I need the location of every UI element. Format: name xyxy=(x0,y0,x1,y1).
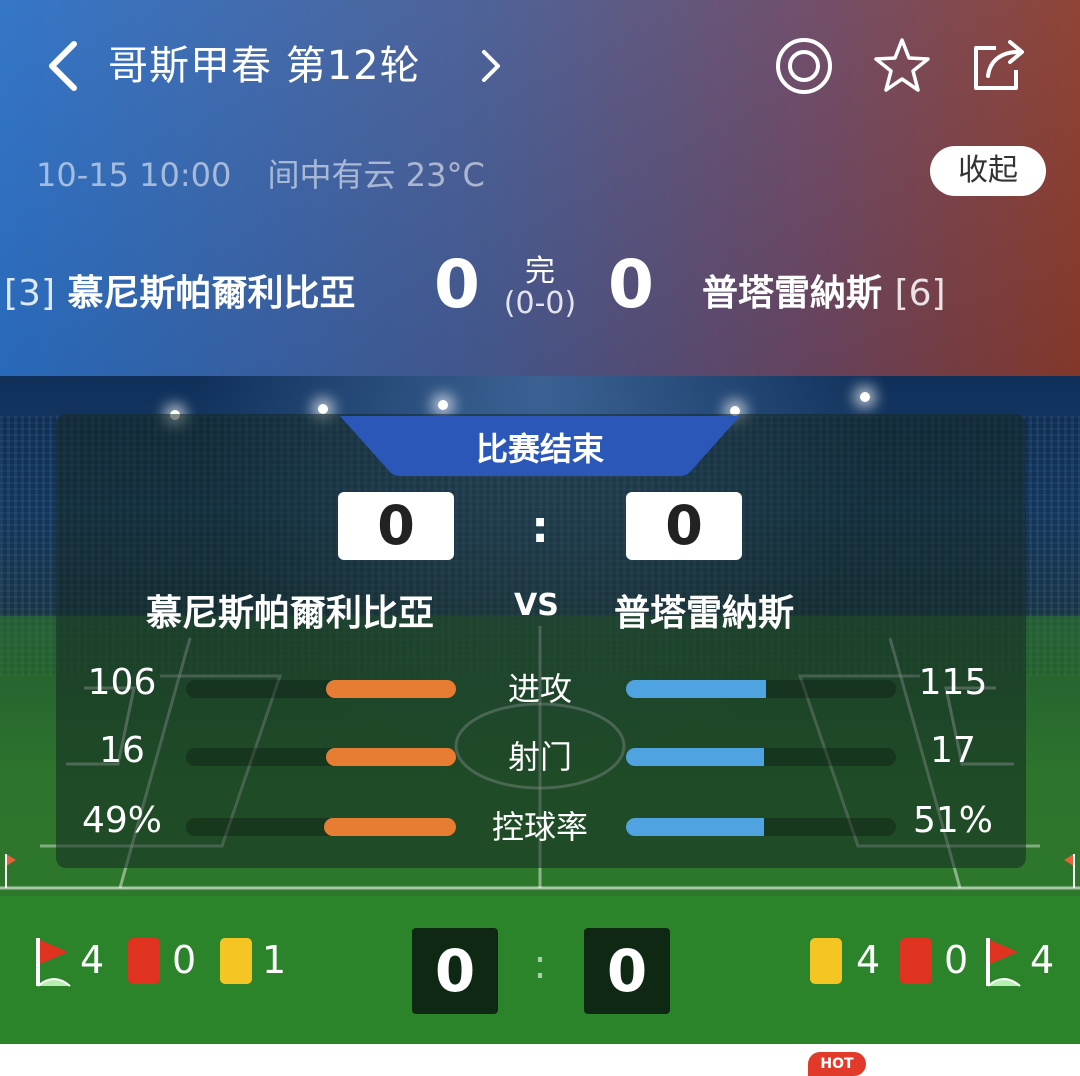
top-bar: 哥斯甲春 第12轮 xyxy=(0,0,1080,130)
red-card-icon xyxy=(128,938,160,984)
score-row: [3] 慕尼斯帕爾利比亞 0 完 (0-0) 0 普塔雷納斯 [6] xyxy=(0,240,1080,340)
away-team[interactable]: 普塔雷納斯 [6] xyxy=(702,264,946,316)
stat-home-track xyxy=(186,818,456,836)
stat-row: 49% 控球率 51% xyxy=(0,800,1080,846)
summary-away-score: 0 xyxy=(584,928,670,1014)
home-red-cards: 0 xyxy=(172,938,197,982)
panel-away-score: 0 xyxy=(626,492,742,560)
stat-row: 16 射门 17 xyxy=(0,730,1080,776)
match-ended-label: 比赛结束 xyxy=(475,430,604,468)
match-weather: 间中有云 23°C xyxy=(267,156,485,194)
panel-score-colon: : xyxy=(531,502,549,553)
corner-flag-icon xyxy=(986,938,1021,987)
stat-home-bar xyxy=(324,818,456,836)
target-icon[interactable] xyxy=(772,34,836,98)
stat-away-value: 115 xyxy=(918,662,988,703)
back-icon[interactable] xyxy=(40,36,88,96)
match-meta: 10-15 10:00 间中有云 23°C xyxy=(36,150,511,196)
panel-away-name: 普塔雷納斯 xyxy=(614,593,795,634)
away-red-cards: 0 xyxy=(944,938,969,982)
red-card-icon xyxy=(900,938,932,984)
corner-flag-icon xyxy=(36,938,71,987)
hot-badge: HOT xyxy=(808,1052,866,1076)
stat-away-bar xyxy=(626,818,764,836)
stat-label: 进攻 xyxy=(507,670,572,708)
stat-home-value: 16 xyxy=(99,730,145,771)
stadium-graphic: 比赛结束 0 : 0 慕尼斯帕爾利比亞 VS 普塔雷納斯 106 进攻 115 16 射… xyxy=(0,376,1080,1044)
summary-row: 4 0 1 0 : 0 4 0 4 xyxy=(0,928,1080,1014)
stat-home-value: 106 xyxy=(87,662,157,703)
stat-away-value: 17 xyxy=(930,730,976,771)
stat-away-value: 51% xyxy=(912,800,993,841)
star-icon[interactable] xyxy=(870,34,934,98)
stat-home-track xyxy=(186,680,456,698)
stat-home-value: 49% xyxy=(81,800,162,841)
stat-home-bar xyxy=(326,680,456,698)
collapse-button[interactable]: 收起 xyxy=(930,146,1046,196)
away-rank: [6] xyxy=(894,273,946,314)
stat-away-track xyxy=(626,748,896,766)
match-datetime: 10-15 10:00 xyxy=(36,156,232,194)
stat-away-bar xyxy=(626,748,764,766)
summary-colon: : xyxy=(533,942,547,988)
home-score: 0 xyxy=(434,246,480,323)
stat-home-track xyxy=(186,748,456,766)
away-team-name: 普塔雷納斯 xyxy=(702,273,883,314)
home-team[interactable]: [3] 慕尼斯帕爾利比亞 xyxy=(4,264,356,316)
stat-away-track xyxy=(626,680,896,698)
chevron-right-icon[interactable] xyxy=(472,42,508,90)
stat-row: 106 进攻 115 xyxy=(0,662,1080,708)
stat-label: 射门 xyxy=(507,738,572,776)
yellow-card-icon xyxy=(810,938,842,984)
away-yellow-cards: 4 xyxy=(856,938,881,982)
summary-home-score: 0 xyxy=(412,928,498,1014)
stat-home-bar xyxy=(326,748,456,766)
match-status: 完 xyxy=(525,254,555,289)
share-icon[interactable] xyxy=(966,34,1030,98)
stat-away-track xyxy=(626,818,896,836)
home-yellow-cards: 1 xyxy=(262,938,287,982)
away-score: 0 xyxy=(608,246,654,323)
away-corners: 4 xyxy=(1030,938,1055,982)
home-team-name: 慕尼斯帕爾利比亞 xyxy=(67,273,356,314)
yellow-card-icon xyxy=(220,938,252,984)
vs-label: VS xyxy=(514,588,559,623)
panel-home-name: 慕尼斯帕爾利比亞 xyxy=(146,593,435,634)
halftime-score: (0-0) xyxy=(503,286,577,321)
stats-panel xyxy=(56,414,1026,868)
match-header: 哥斯甲春 第12轮 10-15 10:00 间中有云 23°C 收起 [3] 慕… xyxy=(0,0,1080,376)
stat-away-bar xyxy=(626,680,766,698)
home-corners: 4 xyxy=(80,938,105,982)
home-rank: [3] xyxy=(4,273,55,314)
page-title[interactable]: 哥斯甲春 第12轮 xyxy=(108,36,421,96)
panel-home-score: 0 xyxy=(338,492,454,560)
stat-label: 控球率 xyxy=(491,808,588,846)
